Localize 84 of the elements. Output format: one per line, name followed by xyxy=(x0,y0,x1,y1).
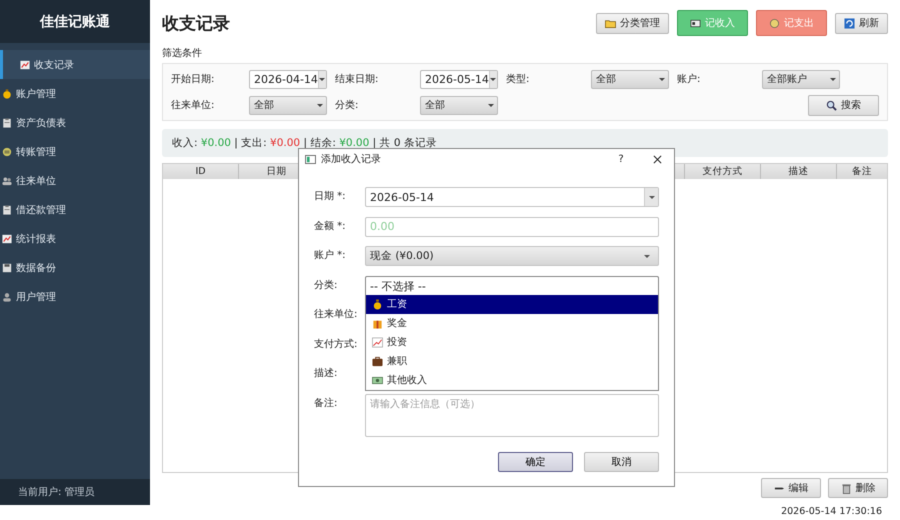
sidebar-item[interactable]: 数据备份 xyxy=(0,253,150,282)
clipboard-icon xyxy=(2,204,12,214)
dialog-title: 添加收入记录 xyxy=(321,152,382,166)
field-label: 描述: xyxy=(314,366,338,381)
column-header[interactable]: ID xyxy=(163,164,239,179)
sidebar-item[interactable]: 借还款管理 xyxy=(0,195,150,224)
caret-icon xyxy=(316,104,322,106)
toolbar-button[interactable]: 分类管理 xyxy=(596,12,669,34)
filter-label: 结束日期: xyxy=(334,72,380,86)
field-label: 往来单位: xyxy=(314,308,358,322)
caret-icon xyxy=(490,78,496,80)
account-dropdown[interactable]: 现金 (¥0.00) xyxy=(365,246,659,266)
remark-field[interactable]: 请输入备注信息（可选） xyxy=(365,394,659,436)
delete-button[interactable]: 删除 xyxy=(828,478,888,498)
confirm-button[interactable]: 确定 xyxy=(498,452,573,472)
caret-icon xyxy=(319,78,326,80)
caret-icon xyxy=(658,78,664,80)
filter-label: 账户: xyxy=(676,72,702,86)
cancel-button[interactable]: 取消 xyxy=(584,452,659,472)
dropdown[interactable]: 全部 xyxy=(591,70,669,88)
chart-icon xyxy=(20,60,30,70)
sidebar-item[interactable]: 账户管理 xyxy=(0,79,150,108)
field-label: 金额 *: xyxy=(314,220,347,234)
chart-icon xyxy=(372,336,383,348)
page-title: 收支记录 xyxy=(162,12,231,34)
date-picker[interactable]: 2026-05-14 xyxy=(365,187,659,207)
edit-button[interactable]: 编辑 xyxy=(761,478,821,498)
refresh-icon xyxy=(844,18,855,28)
current-user-label: 当前用户: 管理员 xyxy=(0,479,150,505)
coin-icon xyxy=(372,298,383,310)
caret-icon xyxy=(488,104,494,106)
banknote-icon xyxy=(372,374,383,386)
field-label: 日期 *: xyxy=(314,190,347,204)
filter-label: 类型: xyxy=(505,72,530,86)
column-header[interactable]: 描述 xyxy=(761,164,837,179)
people-icon xyxy=(2,176,12,186)
category-dropdown[interactable]: -- 不选择 -- xyxy=(365,276,659,296)
field-label: 备注: xyxy=(314,396,338,410)
sidebar-item[interactable]: 统计报表 xyxy=(0,224,150,253)
coin-icon xyxy=(2,88,12,98)
search-button[interactable]: 搜索 xyxy=(808,94,879,116)
sidebar-item[interactable]: 用户管理 xyxy=(0,282,150,311)
ledger-icon xyxy=(690,18,701,28)
search-icon xyxy=(826,100,837,110)
clipboard-icon xyxy=(2,118,12,128)
dropdown[interactable]: 全部 xyxy=(420,96,498,114)
caret-icon xyxy=(648,196,654,198)
field-label: 账户 *: xyxy=(314,248,347,263)
dropdown-option[interactable]: 奖金 xyxy=(366,314,658,332)
person-icon xyxy=(2,292,12,302)
caret-icon xyxy=(644,254,650,258)
sidebar-item[interactable]: 收支记录 xyxy=(0,50,150,79)
filter-section-title: 筛选条件 xyxy=(162,46,203,60)
column-header[interactable]: 支付方式 xyxy=(685,164,761,179)
caret-icon xyxy=(830,78,836,80)
app-title: 佳佳记账通 xyxy=(0,0,150,43)
filter-label: 往来单位: xyxy=(171,98,216,112)
chart-icon xyxy=(2,234,12,244)
field-label: 支付方式: xyxy=(314,338,358,352)
status-timestamp: 2026-05-14 17:30:16 xyxy=(781,506,882,517)
dropdown-option[interactable]: 工资 xyxy=(366,294,658,314)
close-icon[interactable] xyxy=(653,154,662,164)
trash-icon xyxy=(840,482,852,494)
dropdown-option[interactable]: 其他收入 xyxy=(366,370,658,390)
folder-icon xyxy=(605,18,616,28)
window-icon xyxy=(305,154,316,164)
dropdown[interactable]: 全部 xyxy=(249,96,327,114)
field-label: 分类: xyxy=(314,278,338,292)
filter-label: 分类: xyxy=(334,98,360,112)
summary-text: 收入: ¥0.00 | 支出: ¥0.00 | 结余: ¥0.00 | 共 0 条记录 xyxy=(172,136,437,150)
column-header[interactable]: 备注 xyxy=(837,164,887,179)
sidebar-item[interactable]: 往来单位 xyxy=(0,166,150,195)
amount-field[interactable]: 0.00 xyxy=(365,216,659,236)
filter-label: 开始日期: xyxy=(171,72,216,86)
dropdown-option[interactable]: 兼职 xyxy=(366,352,658,370)
help-button[interactable]: ? xyxy=(614,154,628,164)
dropdown[interactable]: 全部账户 xyxy=(762,70,840,88)
briefcase-icon xyxy=(372,356,383,366)
date-picker[interactable]: 2026-04-14 xyxy=(249,70,327,88)
sidebar-item[interactable]: 转账管理 xyxy=(0,137,150,166)
dropdown-option[interactable]: 投资 xyxy=(366,332,658,352)
date-picker[interactable]: 2026-05-14 xyxy=(420,70,498,88)
toolbar-button[interactable]: 刷新 xyxy=(835,12,888,34)
sidebar-item[interactable]: 资产负债表 xyxy=(0,108,150,137)
